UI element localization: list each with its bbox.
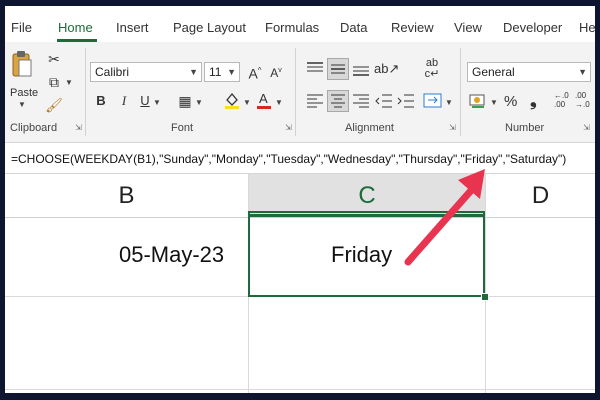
bold-icon[interactable]: B — [94, 92, 108, 110]
grid-line — [5, 389, 595, 390]
align-left-icon[interactable] — [305, 92, 325, 110]
clipboard-group-label: Clipboard — [10, 122, 58, 134]
chevron-down-icon: ▼ — [578, 67, 587, 77]
font-color-chevron-down-icon[interactable]: ▼ — [275, 98, 283, 107]
font-launcher-icon[interactable]: ⇲ — [285, 124, 293, 132]
align-center-icon[interactable] — [327, 90, 349, 112]
font-size-value: 11 — [209, 65, 222, 79]
cut-icon[interactable]: ✂ — [45, 50, 63, 68]
merge-chevron-down-icon[interactable]: ▼ — [445, 98, 453, 107]
fill-color-icon[interactable] — [223, 90, 241, 110]
underline-chevron-down-icon[interactable]: ▼ — [153, 98, 161, 107]
font-name-value: Calibri — [95, 65, 130, 79]
borders-chevron-down-icon[interactable]: ▼ — [195, 98, 203, 107]
ribbon: Paste ▼ ✂ ⧉ ▼ 🖌 Clipboard ⇲ Calibri ▼ 11… — [5, 42, 595, 143]
fill-handle[interactable] — [481, 293, 489, 301]
cell-b1[interactable]: 05-May-23 — [119, 242, 224, 268]
tab-formulas[interactable]: Formulas — [265, 20, 319, 35]
number-format-value: General — [472, 65, 515, 79]
italic-icon[interactable]: I — [117, 92, 131, 110]
tab-page-layout[interactable]: Page Layout — [173, 20, 246, 35]
increase-indent-icon[interactable] — [396, 92, 416, 110]
tab-view[interactable]: View — [454, 20, 482, 35]
group-separator — [85, 48, 86, 136]
decrease-font-size-icon[interactable]: Av — [267, 62, 285, 82]
decrease-decimal-icon[interactable]: .00 →.0 — [575, 91, 590, 109]
copy-icon[interactable]: ⧉ — [45, 73, 63, 91]
format-painter-icon[interactable]: 🖌 — [45, 96, 63, 114]
paste-label[interactable]: Paste — [10, 87, 38, 99]
column-header-d[interactable]: D — [486, 174, 595, 217]
tab-help[interactable]: Hel — [579, 20, 595, 35]
formula-text[interactable]: =CHOOSE(WEEKDAY(B1),"Sunday","Monday","T… — [11, 152, 566, 166]
tab-review[interactable]: Review — [391, 20, 434, 35]
svg-text:A: A — [259, 91, 268, 106]
merge-center-icon[interactable] — [423, 91, 443, 111]
fill-color-chevron-down-icon[interactable]: ▼ — [243, 98, 251, 107]
underline-icon[interactable]: U — [138, 92, 152, 110]
accounting-format-icon[interactable] — [469, 92, 489, 110]
tab-insert[interactable]: Insert — [116, 20, 149, 35]
number-launcher-icon[interactable]: ⇲ — [583, 124, 591, 132]
font-color-icon[interactable]: A — [255, 90, 273, 110]
decrease-indent-icon[interactable] — [374, 92, 394, 110]
excel-window: File Home Insert Page Layout Formulas Da… — [5, 6, 595, 393]
column-header-b[interactable]: B — [5, 174, 248, 217]
increase-font-size-icon[interactable]: A^ — [246, 62, 264, 83]
chevron-down-icon: ▼ — [227, 67, 236, 77]
comma-style-icon[interactable]: ❟ — [530, 91, 537, 111]
clipboard-launcher-icon[interactable]: ⇲ — [75, 124, 83, 132]
accounting-chevron-down-icon[interactable]: ▼ — [490, 98, 498, 107]
chevron-down-icon: ▼ — [189, 67, 198, 77]
bottom-align-icon[interactable] — [351, 60, 371, 78]
tab-file[interactable]: File — [11, 20, 32, 35]
grid-line — [485, 174, 486, 393]
group-separator — [460, 48, 461, 136]
wrap-text-icon[interactable]: ab c↵ — [423, 58, 441, 80]
font-size-dropdown[interactable]: 11 ▼ — [204, 62, 240, 82]
formula-bar[interactable]: =CHOOSE(WEEKDAY(B1),"Sunday","Monday","T… — [5, 143, 595, 174]
orientation-icon[interactable]: ab↗ — [374, 60, 399, 78]
alignment-launcher-icon[interactable]: ⇲ — [449, 124, 457, 132]
tab-home[interactable]: Home — [58, 20, 93, 35]
number-format-dropdown[interactable]: General ▼ — [467, 62, 591, 82]
copy-chevron-down-icon[interactable]: ▼ — [65, 78, 73, 87]
increase-decimal-icon[interactable]: ←.0.00 — [554, 91, 569, 109]
paste-icon[interactable] — [11, 50, 33, 78]
paste-chevron-down-icon[interactable]: ▼ — [18, 100, 26, 109]
alignment-group-label: Alignment — [345, 122, 394, 134]
font-group-label: Font — [171, 122, 194, 134]
font-name-dropdown[interactable]: Calibri ▼ — [90, 62, 202, 82]
percent-style-icon[interactable]: % — [504, 93, 517, 110]
middle-align-icon[interactable] — [327, 58, 349, 80]
tab-developer[interactable]: Developer — [503, 20, 562, 35]
borders-icon[interactable]: ▦ — [177, 92, 193, 110]
ribbon-tab-bar: File Home Insert Page Layout Formulas Da… — [5, 6, 595, 42]
number-group-label: Number — [505, 122, 545, 134]
top-align-icon[interactable] — [305, 60, 325, 78]
align-right-icon[interactable] — [351, 92, 371, 110]
group-separator — [295, 48, 296, 136]
tab-data[interactable]: Data — [340, 20, 367, 35]
cell-c1[interactable]: Friday — [331, 242, 392, 268]
